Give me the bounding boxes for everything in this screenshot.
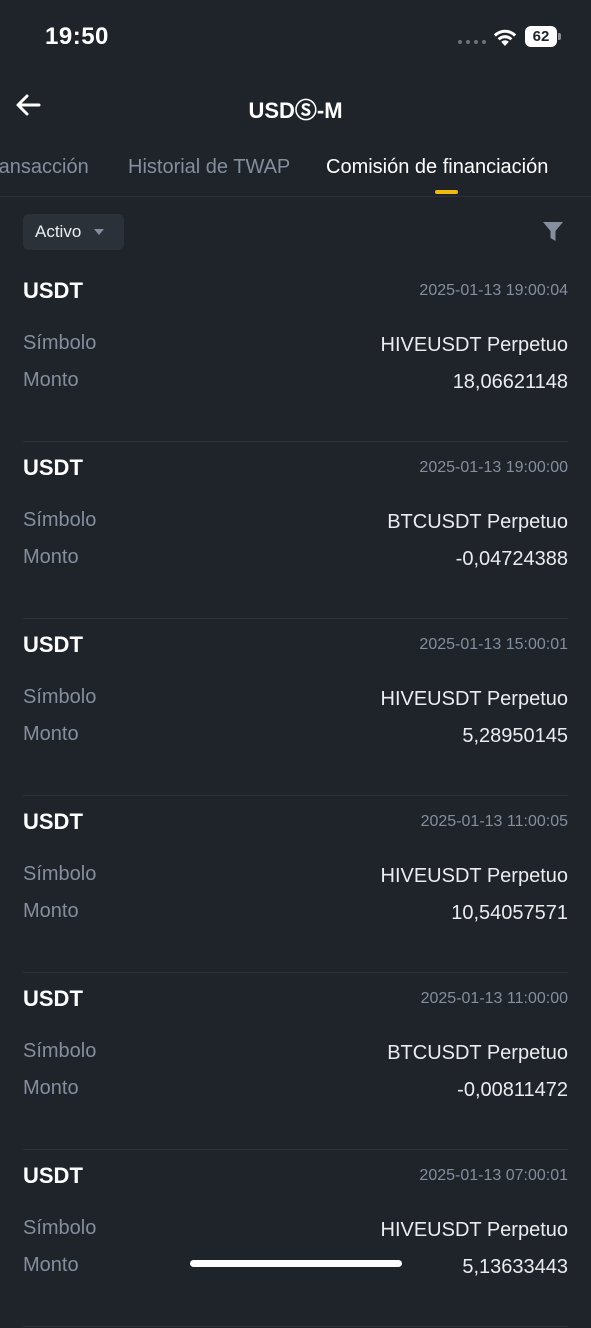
record-asset: USDT	[23, 986, 83, 1011]
record-amount: 18,06621148	[452, 371, 568, 393]
home-indicator[interactable]	[190, 1260, 402, 1267]
page-title: USDⓈ-M	[248, 98, 343, 123]
amount-label: Monto	[23, 1077, 79, 1099]
status-dropdown[interactable]: Activo	[23, 214, 124, 250]
record-time: 2025-01-13 07:00:01	[419, 1167, 568, 1184]
battery-icon: 62	[525, 26, 557, 47]
record-time: 2025-01-13 11:00:00	[420, 990, 568, 1007]
record-amount: -0,04724388	[455, 548, 568, 570]
record-amount: 5,13633443	[462, 1256, 568, 1278]
status-dropdown-label: Activo	[35, 222, 82, 241]
filter-icon[interactable]	[542, 221, 564, 243]
amount-label: Monto	[23, 900, 79, 922]
record-amount: 5,28950145	[462, 725, 568, 747]
nav-header: USDⓈ-M	[0, 72, 591, 138]
funding-record: USDT 2025-01-13 15:00:01 Símbolo HIVEUSD…	[23, 620, 568, 796]
wifi-icon	[493, 29, 517, 46]
caret-down-icon	[94, 229, 104, 235]
symbol-label: Símbolo	[23, 332, 97, 354]
funding-record: USDT 2025-01-13 07:00:01 Símbolo HIVEUSD…	[23, 1151, 568, 1327]
symbol-label: Símbolo	[23, 686, 97, 708]
tab-transaction[interactable]: ransacción	[0, 156, 89, 179]
record-asset: USDT	[23, 1163, 83, 1188]
funding-record: USDT 2025-01-13 19:00:04 Símbolo HIVEUSD…	[23, 266, 568, 442]
record-time: 2025-01-13 11:00:05	[420, 813, 568, 830]
funding-record: USDT 2025-01-13 19:00:00 Símbolo BTCUSDT…	[23, 443, 568, 619]
status-time: 19:50	[45, 23, 109, 50]
tab-bar: ransacción Historial de TWAP Comisión de…	[0, 138, 591, 197]
funding-fee-list: USDT 2025-01-13 19:00:04 Símbolo HIVEUSD…	[23, 266, 568, 1328]
amount-label: Monto	[23, 369, 79, 391]
filter-row: Activo	[0, 196, 591, 266]
tab-funding-fee[interactable]: Comisión de financiación	[326, 156, 548, 179]
symbol-label: Símbolo	[23, 1040, 97, 1062]
record-time: 2025-01-13 15:00:01	[419, 636, 568, 653]
symbol-label: Símbolo	[23, 863, 97, 885]
tab-twap-history[interactable]: Historial de TWAP	[128, 156, 290, 179]
record-time: 2025-01-13 19:00:00	[419, 459, 568, 476]
amount-label: Monto	[23, 1254, 79, 1276]
status-bar: 19:50 62	[0, 0, 591, 72]
record-asset: USDT	[23, 632, 83, 657]
record-time: 2025-01-13 19:00:04	[419, 282, 568, 299]
record-asset: USDT	[23, 809, 83, 834]
record-asset: USDT	[23, 278, 83, 303]
funding-record: USDT 2025-01-13 11:00:00 Símbolo BTCUSDT…	[23, 974, 568, 1150]
record-amount: -0,00811472	[457, 1079, 568, 1101]
record-symbol: HIVEUSDT Perpetuo	[380, 865, 569, 887]
symbol-label: Símbolo	[23, 509, 97, 531]
funding-record: USDT 2025-01-13 11:00:05 Símbolo HIVEUSD…	[23, 797, 568, 973]
active-tab-indicator	[435, 190, 458, 194]
record-symbol: HIVEUSDT Perpetuo	[380, 688, 569, 710]
record-symbol: HIVEUSDT Perpetuo	[380, 1219, 569, 1241]
record-symbol: HIVEUSDT Perpetuo	[380, 334, 569, 356]
battery-tip	[558, 33, 561, 40]
record-symbol: BTCUSDT Perpetuo	[387, 511, 568, 533]
cellular-signal-icon	[458, 40, 486, 44]
record-asset: USDT	[23, 455, 83, 480]
amount-label: Monto	[23, 546, 79, 568]
record-symbol: BTCUSDT Perpetuo	[387, 1042, 568, 1064]
amount-label: Monto	[23, 723, 79, 745]
symbol-label: Símbolo	[23, 1217, 97, 1239]
record-amount: 10,54057571	[451, 902, 568, 924]
